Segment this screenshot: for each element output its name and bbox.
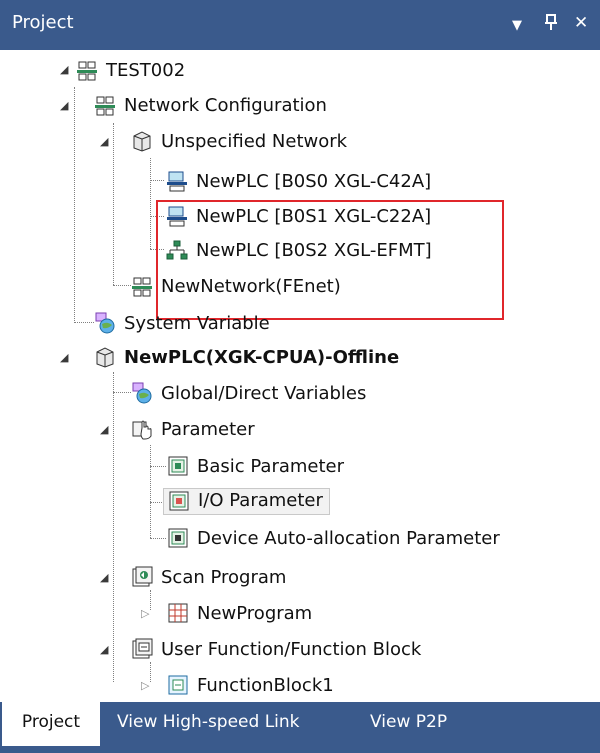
tab-project[interactable]: Project — [2, 702, 100, 746]
tree-item-new-network[interactable]: NewNetwork(FEnet) — [131, 269, 341, 303]
tree-item-unspecified-network[interactable]: Unspecified Network — [131, 124, 347, 158]
tree-item-label: TEST002 — [106, 59, 186, 81]
expand-arrow-icon[interactable]: ◢ — [100, 424, 108, 436]
chevron-down-icon[interactable]: ▼ — [512, 16, 522, 36]
panel-title: Project — [12, 12, 74, 33]
tree-item-plc-offline[interactable]: NewPLC(XGK-CPUA)-Offline — [94, 340, 399, 374]
tree-connector — [150, 445, 151, 538]
plc-module-icon — [166, 170, 188, 192]
tree-connector — [150, 180, 164, 181]
expand-arrow-icon[interactable]: ◢ — [60, 100, 68, 112]
tree-item-device-auto-parameter[interactable]: Device Auto-allocation Parameter — [167, 521, 500, 555]
tree-connector — [74, 322, 94, 323]
variable-globe-icon — [94, 312, 116, 334]
tree-connector — [150, 158, 151, 249]
expand-arrow-icon[interactable]: ◢ — [100, 644, 108, 656]
tree-connector — [113, 372, 114, 682]
tree-item-label: System Variable — [124, 312, 270, 334]
tree-item-label: FunctionBlock1 — [197, 674, 334, 696]
tree-item-label: NewPLC(XGK-CPUA)-Offline — [124, 346, 400, 368]
expand-arrow-icon[interactable]: ◢ — [100, 136, 108, 148]
function-block-icon — [131, 638, 153, 660]
variable-globe-icon — [131, 382, 153, 404]
tree-item-label: NewProgram — [197, 602, 313, 624]
collapse-arrow-icon[interactable]: ▷ — [141, 608, 149, 620]
tree-connector — [113, 392, 131, 393]
io-parameter-icon — [168, 490, 190, 512]
parameter-sheet-icon — [167, 527, 189, 549]
tree-connector — [113, 285, 131, 286]
tree-item-label: Parameter — [161, 418, 255, 440]
tab-high-speed-link[interactable]: View High-speed Link — [117, 702, 300, 742]
project-tree: ◢ TEST002 ◢ Network Configuration ◢ Unsp… — [0, 50, 600, 702]
tree-item-label: Unspecified Network — [161, 130, 348, 152]
tree-item-new-program[interactable]: NewProgram — [167, 596, 312, 630]
tree-item-label: Device Auto-allocation Parameter — [197, 527, 500, 549]
tree-item-label: I/O Parameter — [198, 490, 323, 511]
tree-item-user-function[interactable]: User Function/Function Block — [131, 632, 421, 666]
network-config-icon — [131, 275, 153, 297]
collapse-arrow-icon[interactable]: ▷ — [141, 680, 149, 692]
tree-item-parameter[interactable]: Parameter — [131, 412, 255, 446]
tree-item-label: Basic Parameter — [197, 455, 345, 477]
parameter-hand-icon — [131, 418, 153, 440]
tree-connector — [150, 538, 166, 539]
tree-item-root[interactable]: TEST002 — [76, 53, 185, 87]
tree-connector — [150, 466, 166, 467]
tree-item-basic-parameter[interactable]: Basic Parameter — [167, 449, 344, 483]
program-grid-icon — [167, 602, 189, 624]
network-cabinet-icon — [131, 130, 153, 152]
tree-item-label: User Function/Function Block — [161, 638, 422, 660]
pin-icon[interactable] — [544, 12, 558, 37]
function-block-item-icon — [167, 674, 189, 696]
plc-cabinet-icon — [94, 346, 116, 368]
tree-item-label: Network Configuration — [124, 94, 327, 116]
tree-connector — [113, 123, 114, 285]
network-config-icon — [94, 94, 116, 116]
tree-item-label: NewNetwork(FEnet) — [161, 275, 341, 297]
tree-item-label: NewPLC [B0S0 XGL-C42A] — [196, 170, 432, 192]
tree-item-label: Scan Program — [161, 566, 287, 588]
bottom-tab-bar: Project View High-speed Link View P2P — [0, 702, 600, 753]
scan-program-icon — [131, 566, 153, 588]
tree-item-label: Global/Direct Variables — [161, 382, 367, 404]
tree-item-global-variables[interactable]: Global/Direct Variables — [131, 376, 366, 410]
tab-p2p[interactable]: View P2P — [370, 702, 447, 742]
selection-highlight: I/O Parameter — [163, 487, 330, 515]
tree-item-system-variable[interactable]: System Variable — [94, 306, 270, 340]
tree-item-function-block-1[interactable]: FunctionBlock1 — [167, 668, 334, 702]
tree-item-io-parameter[interactable]: I/O Parameter — [163, 484, 330, 518]
tree-item-scan-program[interactable]: Scan Program — [131, 560, 286, 594]
expand-arrow-icon[interactable]: ◢ — [100, 572, 108, 584]
panel-titlebar: Project ▼ ✕ — [0, 0, 600, 50]
expand-arrow-icon[interactable]: ◢ — [60, 64, 68, 76]
parameter-sheet-icon — [167, 455, 189, 477]
expand-arrow-icon[interactable]: ◢ — [60, 352, 68, 364]
network-project-icon — [76, 59, 98, 81]
tree-item-network-configuration[interactable]: Network Configuration — [94, 88, 327, 122]
close-icon[interactable]: ✕ — [574, 13, 588, 33]
tree-item-plc-b0s0[interactable]: NewPLC [B0S0 XGL-C42A] — [166, 164, 431, 198]
